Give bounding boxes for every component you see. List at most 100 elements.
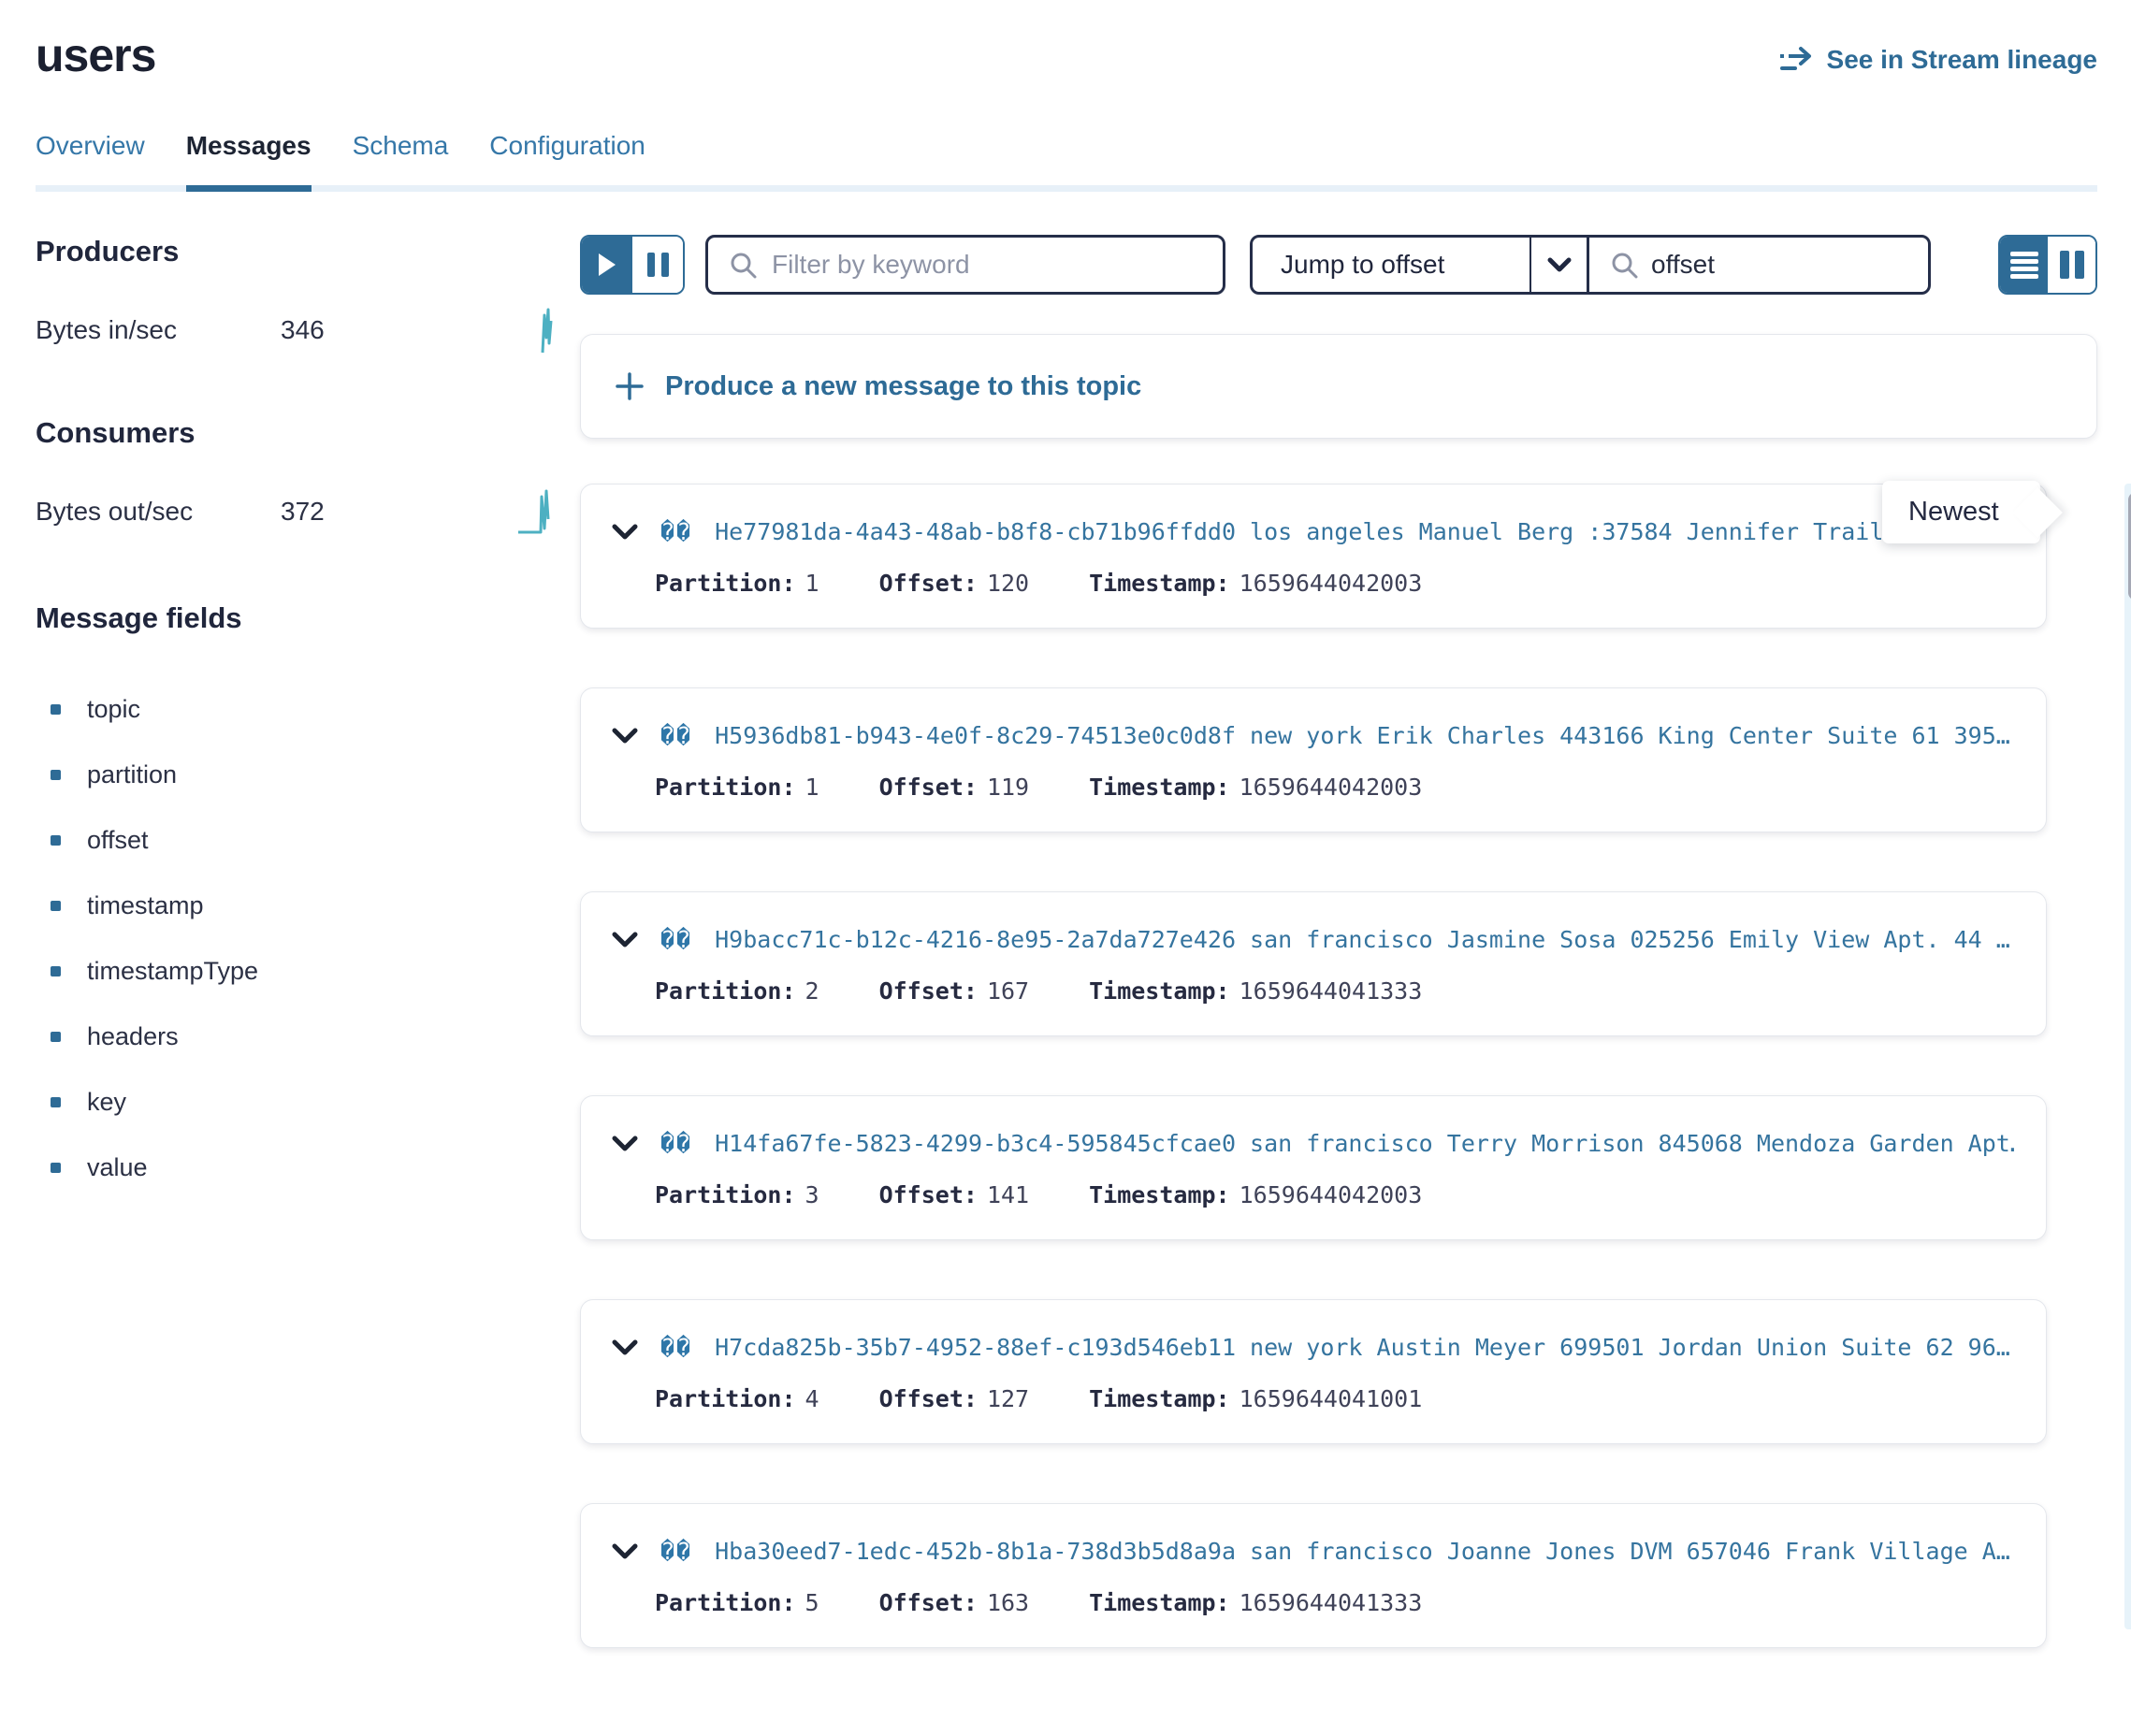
messages-toolbar: Jump to offset bbox=[580, 235, 2097, 295]
expand-chevron-icon[interactable] bbox=[612, 932, 638, 948]
field-bullet-icon bbox=[51, 1097, 61, 1107]
offset-value: 119 bbox=[987, 774, 1029, 801]
partition-value: 3 bbox=[805, 1181, 819, 1208]
message-key: H14fa67fe-5823-4299-b3c4-595845cfcae0 sa… bbox=[715, 1130, 2014, 1157]
consumers-heading: Consumers bbox=[36, 416, 580, 450]
view-mode-toggle bbox=[1998, 235, 2097, 295]
field-item-topic[interactable]: topic bbox=[36, 676, 580, 742]
timestamp-field: Timestamp:1659644041333 bbox=[1089, 1589, 1422, 1616]
expand-chevron-icon[interactable] bbox=[612, 1543, 638, 1559]
message-key: H9bacc71c-b12c-4216-8e95-2a7da727e426 sa… bbox=[715, 926, 2010, 953]
keyword-filter-input[interactable] bbox=[772, 250, 1202, 280]
timestamp-field: Timestamp:1659644041333 bbox=[1089, 977, 1422, 1005]
field-item-timestamptype[interactable]: timestampType bbox=[36, 938, 580, 1004]
newest-tooltip-label: Newest bbox=[1908, 497, 1999, 527]
message-row[interactable]: �� H7cda825b-35b7-4952-88ef-c193d546eb11… bbox=[580, 1299, 2047, 1444]
jump-to-offset-select[interactable]: Jump to offset bbox=[1253, 238, 1529, 292]
stream-lineage-icon bbox=[1778, 46, 1816, 74]
field-bullet-icon bbox=[51, 966, 61, 976]
messages-list: �� He77981da-4a43-48ab-b8f8-cb71b96ffdd0… bbox=[580, 484, 2097, 1648]
expand-chevron-icon[interactable] bbox=[612, 1136, 638, 1151]
column-view-button[interactable] bbox=[2048, 237, 2095, 293]
chevron-down-icon bbox=[1547, 257, 1572, 272]
partition-value: 4 bbox=[805, 1385, 819, 1412]
partition-value: 2 bbox=[805, 977, 819, 1005]
message-row[interactable]: �� H9bacc71c-b12c-4216-8e95-2a7da727e426… bbox=[580, 891, 2047, 1036]
message-key: Hba30eed7-1edc-452b-8b1a-738d3b5d8a9a sa… bbox=[715, 1538, 2010, 1565]
timestamp-value: 1659644042003 bbox=[1239, 774, 1423, 801]
expand-chevron-icon[interactable] bbox=[612, 728, 638, 744]
message-key: H5936db81-b943-4e0f-8c29-74513e0c0d8f ne… bbox=[715, 722, 2010, 749]
bytes-out-value: 372 bbox=[281, 497, 325, 527]
partition-field: Partition:3 bbox=[655, 1181, 819, 1208]
tab-messages[interactable]: Messages bbox=[186, 131, 312, 185]
play-pause-toggle bbox=[580, 235, 685, 295]
offset-field: Offset:119 bbox=[879, 774, 1030, 801]
play-icon bbox=[597, 253, 617, 277]
produce-message-label: Produce a new message to this topic bbox=[665, 371, 1141, 402]
bytes-out-label: Bytes out/sec bbox=[36, 497, 281, 527]
offset-search-input[interactable] bbox=[1651, 250, 1907, 280]
field-bullet-icon bbox=[51, 1163, 61, 1173]
offset-value: 167 bbox=[987, 977, 1029, 1005]
offset-value: 120 bbox=[987, 570, 1029, 597]
offset-field: Offset:167 bbox=[879, 977, 1030, 1005]
partition-value: 1 bbox=[805, 774, 819, 801]
produce-message-button[interactable]: Produce a new message to this topic bbox=[580, 334, 2097, 439]
jump-select-chevron-button[interactable] bbox=[1529, 238, 1589, 292]
bytes-out-sparkline bbox=[518, 487, 554, 536]
pause-icon bbox=[647, 253, 669, 277]
bytes-in-sparkline bbox=[539, 306, 554, 354]
field-item-value[interactable]: value bbox=[36, 1135, 580, 1200]
offset-field: Offset:141 bbox=[879, 1181, 1030, 1208]
message-row[interactable]: �� Hba30eed7-1edc-452b-8b1a-738d3b5d8a9a… bbox=[580, 1503, 2047, 1648]
list-view-icon bbox=[2010, 249, 2038, 282]
offset-search[interactable] bbox=[1589, 238, 1928, 292]
message-fields-list: topic partition offset timestamp timesta… bbox=[36, 676, 580, 1200]
message-fields-heading: Message fields bbox=[36, 601, 580, 635]
field-item-headers[interactable]: headers bbox=[36, 1004, 580, 1069]
topic-stats-sidebar: Producers Bytes in/sec 346 Consumers Byt… bbox=[36, 235, 580, 1707]
timestamp-field: Timestamp:1659644042003 bbox=[1089, 570, 1422, 597]
offset-field: Offset:120 bbox=[879, 570, 1030, 597]
newest-tooltip: Newest bbox=[1882, 481, 2040, 543]
list-view-button[interactable] bbox=[2000, 237, 2048, 293]
bytes-in-row: Bytes in/sec 346 bbox=[36, 306, 580, 354]
key-prefix: �� bbox=[660, 1538, 692, 1565]
expand-chevron-icon[interactable] bbox=[612, 1339, 638, 1355]
tab-configuration[interactable]: Configuration bbox=[489, 131, 645, 185]
timestamp-value: 1659644041001 bbox=[1239, 1385, 1423, 1412]
plus-icon bbox=[615, 371, 645, 401]
key-prefix: �� bbox=[660, 722, 692, 749]
timestamp-field: Timestamp:1659644042003 bbox=[1089, 774, 1422, 801]
field-bullet-icon bbox=[51, 901, 61, 911]
field-bullet-icon bbox=[51, 1032, 61, 1042]
partition-field: Partition:2 bbox=[655, 977, 819, 1005]
field-item-timestamp[interactable]: timestamp bbox=[36, 873, 580, 938]
keyword-filter[interactable] bbox=[705, 235, 1225, 295]
offset-field: Offset:127 bbox=[879, 1385, 1030, 1412]
field-item-key[interactable]: key bbox=[36, 1069, 580, 1135]
stream-lineage-link[interactable]: See in Stream lineage bbox=[1778, 45, 2097, 75]
message-row[interactable]: �� H5936db81-b943-4e0f-8c29-74513e0c0d8f… bbox=[580, 687, 2047, 832]
messages-scrollbar-track[interactable] bbox=[2124, 484, 2131, 1629]
play-button[interactable] bbox=[582, 237, 632, 293]
timestamp-field: Timestamp:1659644041001 bbox=[1089, 1385, 1422, 1412]
field-item-offset[interactable]: offset bbox=[36, 807, 580, 873]
key-prefix: �� bbox=[660, 1334, 692, 1361]
producers-heading: Producers bbox=[36, 235, 580, 268]
field-bullet-icon bbox=[51, 835, 61, 846]
key-prefix: �� bbox=[660, 926, 692, 953]
message-row[interactable]: �� He77981da-4a43-48ab-b8f8-cb71b96ffdd0… bbox=[580, 484, 2047, 629]
tab-overview[interactable]: Overview bbox=[36, 131, 145, 185]
producers-section: Producers Bytes in/sec 346 bbox=[36, 235, 580, 354]
offset-field: Offset:163 bbox=[879, 1589, 1030, 1616]
expand-chevron-icon[interactable] bbox=[612, 524, 638, 540]
partition-field: Partition:4 bbox=[655, 1385, 819, 1412]
pause-button[interactable] bbox=[632, 237, 683, 293]
timestamp-value: 1659644042003 bbox=[1239, 1181, 1423, 1208]
message-row[interactable]: �� H14fa67fe-5823-4299-b3c4-595845cfcae0… bbox=[580, 1095, 2047, 1240]
tab-schema[interactable]: Schema bbox=[353, 131, 449, 185]
key-prefix: �� bbox=[660, 518, 692, 545]
field-item-partition[interactable]: partition bbox=[36, 742, 580, 807]
